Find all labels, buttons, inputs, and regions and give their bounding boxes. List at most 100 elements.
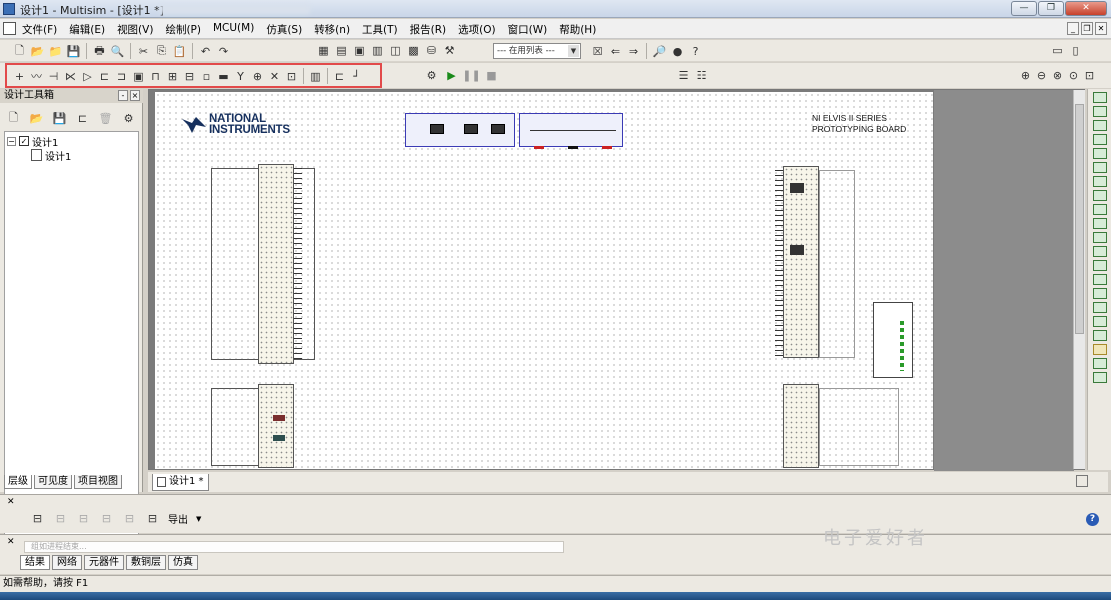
- menu-file[interactable]: 文件(F): [22, 22, 57, 37]
- left-breadboard-upper[interactable]: [258, 164, 294, 364]
- menu-help[interactable]: 帮助(H): [559, 22, 596, 37]
- menu-reports[interactable]: 报告(R): [410, 22, 447, 37]
- forward-annotate-icon[interactable]: ⇒: [626, 44, 641, 59]
- tab-components[interactable]: 元器件: [84, 555, 124, 570]
- schematic-sheet[interactable]: NATIONAL INSTRUMENTS NI ELVIS II SERIES …: [155, 92, 933, 469]
- tab-project-view[interactable]: 项目视图: [74, 475, 122, 489]
- panel-close-button[interactable]: ×: [130, 90, 140, 101]
- spice-netlist-icon[interactable]: ▣: [352, 43, 367, 58]
- spreadsheet-tool-icon[interactable]: ⊟: [122, 511, 137, 526]
- spectrum-analyzer-icon[interactable]: [1092, 260, 1107, 271]
- right-breadboard-lower[interactable]: [783, 384, 819, 468]
- menu-transfer[interactable]: 转移(n): [314, 22, 350, 37]
- new-design-icon[interactable]: 🗋: [6, 111, 21, 126]
- instrument-icon[interactable]: [464, 124, 478, 134]
- instrument-probe-icon[interactable]: [790, 183, 804, 193]
- mdi-restore-button[interactable]: ❐: [1081, 22, 1093, 35]
- delete-sheet-icon[interactable]: 🗑: [98, 111, 113, 126]
- redo-icon[interactable]: ↷: [216, 44, 231, 59]
- tab-results[interactable]: 结果: [20, 555, 50, 570]
- toggle-toolbox-icon[interactable]: ▦: [316, 43, 331, 58]
- logic-analyzer-icon[interactable]: [1092, 204, 1107, 215]
- new-sheet-icon[interactable]: ⊏: [75, 111, 90, 126]
- bode-plotter-icon[interactable]: [1092, 162, 1107, 173]
- split-layout-icon[interactable]: ▯: [1068, 43, 1083, 58]
- help-icon[interactable]: ?: [688, 44, 703, 59]
- open-sample-icon[interactable]: 📁: [48, 44, 63, 59]
- wattmeter-icon[interactable]: [1092, 120, 1107, 131]
- zoom-fit-icon[interactable]: ⊡: [1082, 68, 1097, 83]
- zoom-sheet-icon[interactable]: ⊙: [1066, 68, 1081, 83]
- workspace-layout-icon[interactable]: ▭: [1050, 43, 1065, 58]
- database-manager-icon[interactable]: ⛁: [424, 43, 439, 58]
- minimize-button[interactable]: —: [1011, 1, 1037, 16]
- menu-simulate[interactable]: 仿真(S): [266, 22, 302, 37]
- tab-nets[interactable]: 网络: [52, 555, 82, 570]
- document-icon[interactable]: [3, 22, 16, 35]
- menu-mcu[interactable]: MCU(M): [213, 22, 254, 37]
- menu-view[interactable]: 视图(V): [117, 22, 153, 37]
- frequency-counter-icon[interactable]: [1092, 176, 1107, 187]
- multimeter-icon[interactable]: [1092, 92, 1107, 103]
- create-component-icon[interactable]: ⚒: [442, 43, 457, 58]
- zoom-out-icon[interactable]: ⊖: [1034, 68, 1049, 83]
- education-website-icon[interactable]: ●: [670, 44, 685, 59]
- postprocessor-icon[interactable]: ◫: [388, 43, 403, 58]
- stop-icon[interactable]: ■: [484, 68, 499, 83]
- zoom-area-icon[interactable]: ⊗: [1050, 68, 1065, 83]
- checkbox-icon[interactable]: ✓: [19, 136, 29, 146]
- tree-root-row[interactable]: − ✓ 设计1: [7, 134, 136, 149]
- menu-tools[interactable]: 工具(T): [362, 22, 398, 37]
- schematic-workspace[interactable]: NATIONAL INSTRUMENTS NI ELVIS II SERIES …: [148, 89, 1085, 471]
- paste-icon[interactable]: 📋: [172, 44, 187, 59]
- agilent-scope-icon[interactable]: [1092, 316, 1107, 327]
- cut-icon[interactable]: ✂: [136, 44, 151, 59]
- menu-options[interactable]: 选项(O): [458, 22, 495, 37]
- multisim-app-icon[interactable]: [3, 3, 15, 15]
- oscilloscope-icon[interactable]: [1092, 134, 1107, 145]
- tree-child-row[interactable]: 设计1: [31, 148, 136, 163]
- panel-pin-button[interactable]: -: [118, 90, 128, 101]
- iv-analyzer-icon[interactable]: [1092, 232, 1107, 243]
- led-array-box[interactable]: [873, 302, 913, 378]
- labview-instrument-icon[interactable]: [1092, 344, 1107, 355]
- network-analyzer-icon[interactable]: [1092, 274, 1107, 285]
- word-generator-icon[interactable]: [1092, 190, 1107, 201]
- instrument-group-box[interactable]: [405, 113, 515, 147]
- print-preview-icon[interactable]: 🔍: [110, 44, 125, 59]
- menu-edit[interactable]: 编辑(E): [69, 22, 105, 37]
- save-design-icon[interactable]: 💾: [52, 111, 67, 126]
- instrument-probe-icon[interactable]: [790, 245, 804, 255]
- run-icon[interactable]: ▶: [444, 68, 459, 83]
- tab-visibility[interactable]: 可见度: [34, 475, 72, 489]
- view-switch-icon[interactable]: [1076, 475, 1088, 487]
- four-channel-scope-icon[interactable]: [1092, 148, 1107, 159]
- sheet-tab-design1[interactable]: 设计1 *: [152, 474, 209, 491]
- switch-component[interactable]: [273, 435, 285, 441]
- instrument-icon[interactable]: [430, 124, 444, 134]
- mdi-close-button[interactable]: ✕: [1095, 22, 1107, 35]
- mdi-minimize-button[interactable]: _: [1067, 22, 1079, 35]
- probe-icon[interactable]: ☰: [676, 68, 691, 83]
- erc-icon[interactable]: ☒: [590, 44, 605, 59]
- tab-copper-layers[interactable]: 敷铜层: [126, 555, 166, 570]
- undo-icon[interactable]: ↶: [198, 44, 213, 59]
- open-folder-icon[interactable]: 📂: [30, 44, 45, 59]
- simulate-switch-icon[interactable]: ⚙: [424, 68, 439, 83]
- left-breadboard-lower[interactable]: [258, 384, 294, 468]
- tab-hierarchy[interactable]: 层级: [4, 475, 32, 489]
- vertical-scrollbar[interactable]: [1073, 90, 1085, 469]
- grapher-icon[interactable]: ▥: [370, 43, 385, 58]
- collapse-icon[interactable]: −: [7, 136, 16, 146]
- save-icon[interactable]: 💾: [66, 44, 81, 59]
- copy-icon[interactable]: ⎘: [154, 44, 169, 59]
- right-breadboard-upper[interactable]: [783, 166, 819, 358]
- spreadsheet-tool-icon[interactable]: ⊟: [99, 511, 114, 526]
- instrument-icon[interactable]: [491, 124, 505, 134]
- power-supply-box[interactable]: [519, 113, 623, 149]
- find-examples-icon[interactable]: 🔎: [652, 44, 667, 59]
- function-generator-icon[interactable]: [1092, 106, 1107, 117]
- design-properties-icon[interactable]: ⚙: [121, 111, 136, 126]
- probe-settings-icon[interactable]: ☷: [694, 68, 709, 83]
- tektronix-scope-icon[interactable]: [1092, 330, 1107, 341]
